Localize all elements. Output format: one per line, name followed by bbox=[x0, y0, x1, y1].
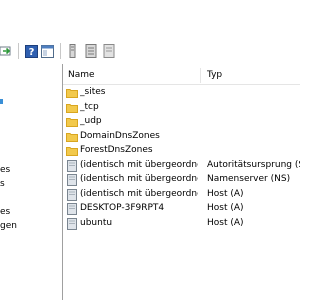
tree-pane[interactable]: es s es gen bbox=[0, 64, 62, 300]
tree-item[interactable]: es bbox=[0, 207, 10, 217]
list-item[interactable]: DomainDnsZones bbox=[63, 130, 300, 144]
record-name: ForestDnsZones bbox=[80, 145, 153, 155]
records-icon bbox=[85, 44, 97, 58]
record-icon bbox=[66, 188, 78, 201]
toolbar: ? bbox=[0, 40, 300, 62]
server-button[interactable] bbox=[66, 44, 80, 58]
record-icon bbox=[66, 217, 78, 230]
help-button[interactable]: ? bbox=[24, 44, 38, 58]
list-item[interactable]: ForestDnsZones bbox=[63, 144, 300, 158]
folder-icon bbox=[66, 116, 78, 128]
toolbar-separator bbox=[18, 43, 19, 59]
column-divider[interactable] bbox=[200, 68, 201, 83]
dns-manager-window: ? es s es gen Name Typ _sites _tcp _udp … bbox=[0, 0, 300, 300]
records-list[interactable]: Name Typ _sites _tcp _udp DomainDnsZones For… bbox=[63, 64, 300, 300]
record-name: _udp bbox=[80, 116, 102, 126]
tree-item[interactable]: es bbox=[0, 165, 10, 175]
list-item[interactable]: ubuntu Host (A) bbox=[63, 217, 300, 231]
document-icon bbox=[103, 44, 115, 58]
server-icon bbox=[69, 44, 76, 58]
record-name: (identisch mit übergeordne... bbox=[80, 188, 198, 199]
tree-item[interactable]: gen bbox=[0, 221, 17, 231]
record-type: Host (A) bbox=[207, 203, 244, 213]
list-item[interactable]: (identisch mit übergeordne... Host (A) bbox=[63, 188, 300, 202]
filter-button[interactable] bbox=[102, 44, 116, 58]
record-name: DomainDnsZones bbox=[80, 130, 160, 141]
record-type: Host (A) bbox=[207, 188, 244, 199]
folder-icon bbox=[66, 87, 78, 99]
record-name: (identisch mit übergeordne... bbox=[80, 159, 198, 170]
record-name: _tcp bbox=[80, 101, 99, 112]
record-icon bbox=[66, 203, 78, 215]
record-icon bbox=[66, 159, 78, 172]
list-item[interactable]: _tcp bbox=[63, 101, 300, 115]
record-name: (identisch mit übergeordne... bbox=[80, 174, 198, 184]
record-icon bbox=[66, 174, 78, 186]
records-button[interactable] bbox=[84, 44, 98, 58]
pane-icon bbox=[40, 44, 54, 58]
list-item[interactable]: (identisch mit übergeordne... Namenserver… bbox=[63, 173, 300, 187]
show-pane-button[interactable] bbox=[40, 44, 54, 58]
list-item[interactable]: DESKTOP-3F9RPT4 Host (A) bbox=[63, 202, 300, 216]
tree-selected-marker[interactable] bbox=[0, 98, 4, 108]
record-name: _sites bbox=[80, 87, 106, 97]
folder-icon bbox=[66, 131, 78, 143]
list-item[interactable]: _sites bbox=[63, 86, 300, 100]
tree-item[interactable]: s bbox=[0, 179, 5, 189]
column-header-name[interactable]: Name bbox=[68, 70, 95, 80]
help-icon: ? bbox=[24, 44, 38, 58]
record-type: Autoritätsursprung (SO bbox=[207, 159, 300, 170]
folder-icon bbox=[66, 102, 78, 114]
tree-marker-icon bbox=[0, 99, 3, 104]
toolbar-separator bbox=[60, 43, 61, 59]
column-header-type[interactable]: Typ bbox=[207, 70, 222, 80]
export-list-button[interactable] bbox=[0, 44, 12, 58]
column-header: Name Typ bbox=[63, 66, 300, 85]
folder-icon bbox=[66, 145, 78, 157]
record-type: Host (A) bbox=[207, 217, 244, 228]
list-item[interactable]: _udp bbox=[63, 115, 300, 129]
record-name: ubuntu bbox=[80, 217, 113, 228]
record-name: DESKTOP-3F9RPT4 bbox=[80, 203, 165, 213]
record-type: Namenserver (NS) bbox=[207, 174, 291, 184]
svg-text:?: ? bbox=[28, 47, 34, 58]
list-item[interactable]: (identisch mit übergeordne... Autoritätsu… bbox=[63, 159, 300, 173]
export-icon bbox=[0, 46, 11, 56]
